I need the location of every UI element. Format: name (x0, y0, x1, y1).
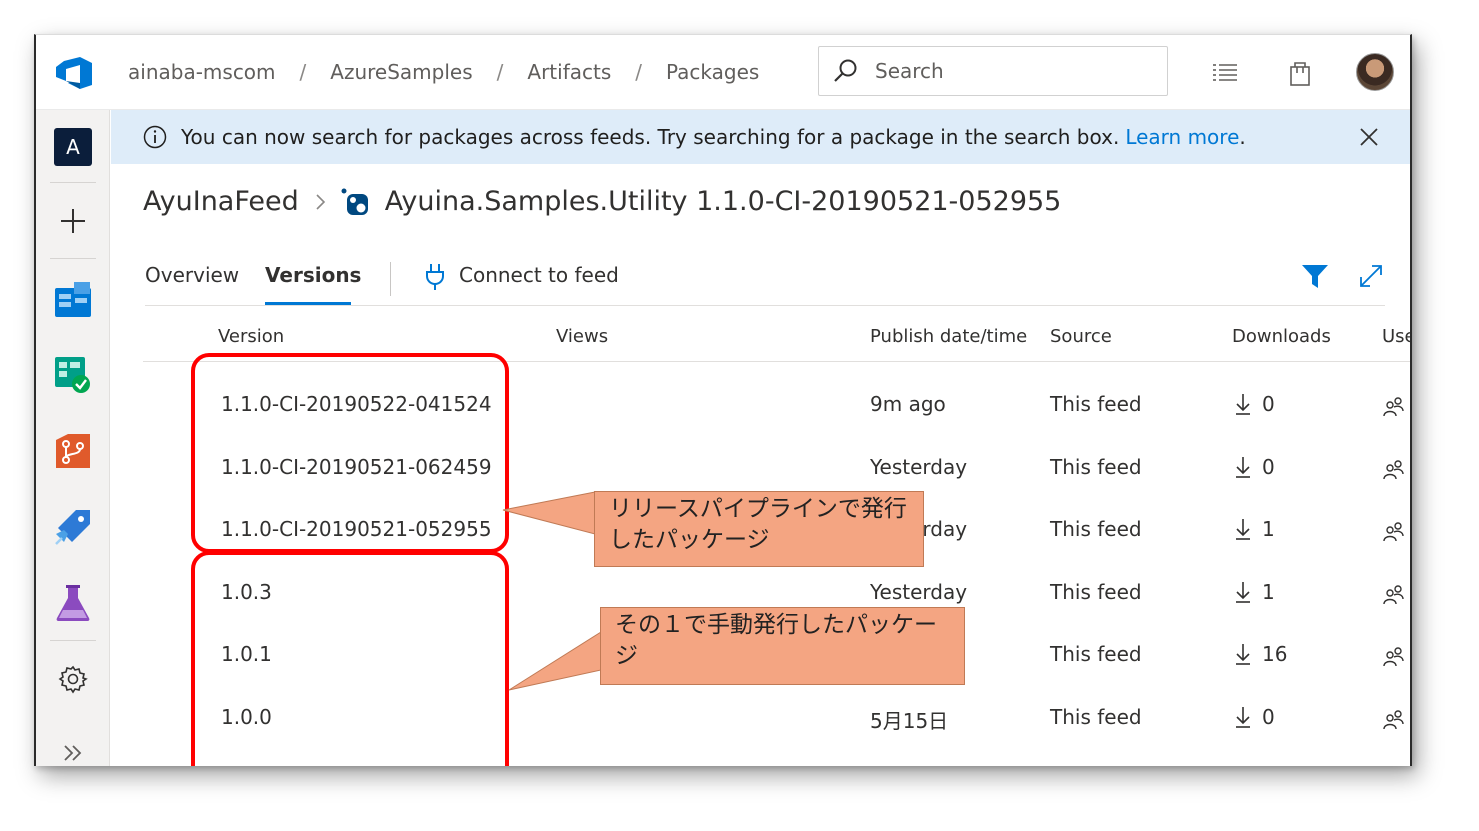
search-input[interactable]: Search (818, 46, 1168, 96)
expand-icon[interactable] (1357, 262, 1385, 290)
settings-gear-icon[interactable] (54, 660, 92, 698)
breadcrumb-separator: / (299, 60, 307, 84)
callout-pointer (502, 491, 596, 535)
filter-icon[interactable] (1301, 262, 1329, 290)
download-arrow-icon (1236, 581, 1250, 603)
test-flask-icon[interactable] (54, 584, 92, 622)
column-downloads[interactable]: Downloads (1232, 326, 1331, 347)
nav-divider (50, 258, 96, 259)
column-version[interactable]: Version (218, 326, 284, 347)
column-publish-date[interactable]: Publish date/time (870, 326, 1027, 347)
search-icon (834, 59, 857, 82)
publish-date-cell: Yesterday (870, 454, 968, 479)
pipelines-icon[interactable] (54, 508, 92, 546)
download-count: 1 (1262, 579, 1275, 604)
download-count: 0 (1262, 705, 1275, 729)
task-list-icon[interactable] (1211, 59, 1239, 87)
download-count: 16 (1262, 642, 1288, 667)
add-icon[interactable] (54, 202, 92, 240)
download-arrow-icon (1236, 519, 1250, 540)
tab-bar: Overview Versions Connect to feed (145, 250, 1385, 306)
test-plans-icon[interactable] (54, 356, 92, 394)
azure-devops-logo-icon[interactable] (54, 55, 94, 91)
column-users[interactable]: Use (1382, 326, 1410, 347)
column-views[interactable]: Views (556, 326, 608, 347)
users-icon[interactable] (1382, 645, 1404, 667)
chevron-right-icon (316, 193, 325, 210)
publish-date-cell: 5月15日 (870, 709, 949, 733)
breadcrumb-packages[interactable]: Packages (666, 60, 759, 84)
download-arrow-icon (1236, 394, 1250, 415)
user-avatar[interactable] (1356, 53, 1394, 91)
info-icon (143, 125, 167, 149)
project-avatar[interactable]: A (54, 128, 92, 166)
repos-icon[interactable] (54, 432, 92, 470)
left-nav: A (36, 110, 110, 766)
boards-icon[interactable] (54, 280, 92, 318)
main-content: You can now search for packages across f… (111, 110, 1410, 766)
nuget-package-icon (341, 188, 368, 215)
breadcrumb: ainaba-mscom / AzureSamples / Artifacts … (128, 60, 759, 84)
breadcrumb-artifacts[interactable]: Artifacts (527, 60, 611, 84)
devops-window: ainaba-mscom / AzureSamples / Artifacts … (34, 34, 1412, 766)
top-bar: ainaba-mscom / AzureSamples / Artifacts … (36, 35, 1410, 110)
downloads-cell: 1 (1234, 580, 1275, 604)
download-arrow-icon (1236, 644, 1250, 666)
callout-pipeline: リリースパイプラインで発行したパッケージ (594, 491, 924, 567)
package-name: Ayuina.Samples.Utility 1.1.0-CI-20190521… (384, 186, 1062, 217)
users-icon[interactable] (1382, 708, 1404, 730)
publish-date-cell: Yesterday (870, 579, 968, 604)
breadcrumb-project[interactable]: AzureSamples (330, 60, 472, 84)
callout-pointer (508, 631, 602, 691)
downloads-cell: 1 (1234, 517, 1275, 541)
nav-divider (50, 182, 96, 183)
users-icon[interactable] (1382, 583, 1404, 605)
highlight-box-manual (191, 551, 509, 766)
downloads-cell: 0 (1234, 455, 1275, 479)
downloads-cell: 0 (1234, 705, 1275, 729)
package-title: AyuInaFeed Ayuina.Samples.Utility 1.1.0-… (143, 186, 1061, 217)
breadcrumb-separator: / (496, 60, 504, 84)
publish-date-cell: 9m ago (870, 392, 946, 416)
callout-manual: その１で手動発行したパッケージ (600, 607, 965, 685)
users-icon[interactable] (1382, 520, 1404, 542)
highlight-box-pipeline (191, 353, 509, 553)
download-count: 1 (1262, 517, 1275, 542)
learn-more-link[interactable]: Learn more (1125, 125, 1239, 149)
connect-to-feed-button[interactable]: Connect to feed (459, 263, 619, 287)
download-count: 0 (1262, 454, 1275, 479)
tab-overview[interactable]: Overview (145, 263, 239, 287)
downloads-cell: 16 (1234, 642, 1287, 666)
source-cell: This feed (1050, 517, 1142, 542)
downloads-cell: 0 (1234, 392, 1275, 416)
users-icon[interactable] (1382, 395, 1404, 417)
tab-versions[interactable]: Versions (265, 263, 361, 287)
source-cell: This feed (1050, 579, 1142, 604)
source-cell: This feed (1050, 392, 1142, 416)
shopping-bag-icon[interactable] (1286, 59, 1314, 87)
banner-suffix: . (1239, 125, 1246, 149)
source-cell: This feed (1050, 454, 1142, 479)
source-cell: This feed (1050, 705, 1142, 729)
source-cell: This feed (1050, 642, 1142, 667)
active-tab-indicator (265, 302, 351, 305)
breadcrumb-org[interactable]: ainaba-mscom (128, 60, 276, 84)
column-source[interactable]: Source (1050, 326, 1112, 347)
breadcrumb-separator: / (635, 60, 642, 84)
feed-name[interactable]: AyuInaFeed (143, 186, 299, 217)
download-arrow-icon (1236, 707, 1250, 728)
close-icon[interactable] (1358, 126, 1380, 148)
tab-divider (390, 262, 391, 296)
nav-divider (50, 640, 96, 641)
expand-nav-icon[interactable] (54, 734, 92, 766)
download-count: 0 (1262, 392, 1275, 416)
search-placeholder: Search (875, 59, 944, 83)
banner-message: You can now search for packages across f… (181, 125, 1120, 149)
plug-icon (426, 264, 444, 290)
users-icon[interactable] (1382, 458, 1404, 480)
download-arrow-icon (1236, 456, 1250, 478)
info-banner: You can now search for packages across f… (111, 110, 1410, 164)
